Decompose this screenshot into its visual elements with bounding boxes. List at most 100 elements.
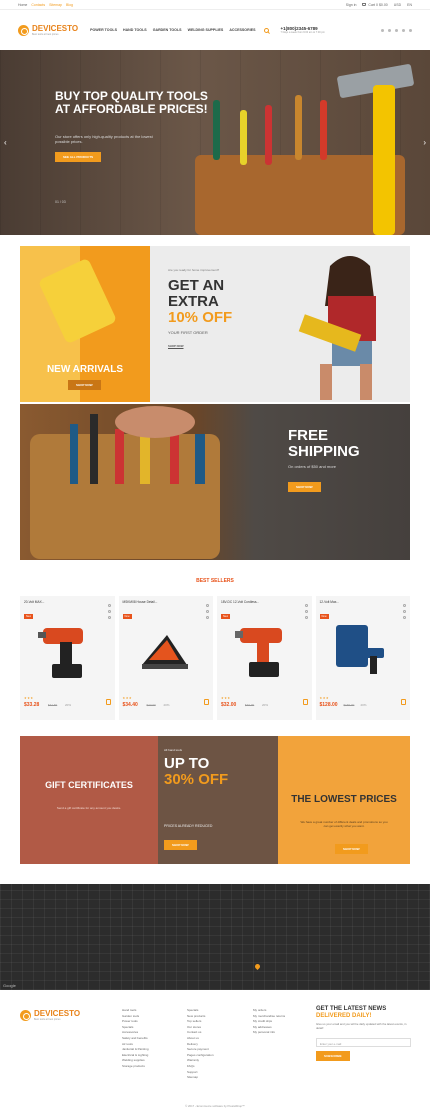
upto-line1: UP TO xyxy=(164,755,210,772)
hero-slider: ‹ › BUY TOP QUALITY TOOLS AT AFFORDABLE … xyxy=(0,50,430,235)
product-old-price: $43.00 xyxy=(146,703,156,707)
extra-caption: YOUR FIRST ORDER xyxy=(168,330,208,335)
footer-logo-icon xyxy=(20,1010,31,1021)
wishlist-icon[interactable] xyxy=(403,604,406,607)
working-hours: 7 Days a week from 9:00 am to 7:00 pm xyxy=(280,31,325,34)
product-rating: ★★★ xyxy=(122,696,133,700)
screwdriver-image-2 xyxy=(320,100,327,160)
wishlist-icon[interactable] xyxy=(107,604,111,607)
drill-image xyxy=(38,628,83,678)
free-line1: FREE xyxy=(288,427,329,444)
see-all-products-button[interactable]: SEE ALL PRODUCTS xyxy=(55,152,102,162)
product-discount: 20% xyxy=(262,703,269,707)
best-sellers-title: BEST SELLERS xyxy=(196,578,234,584)
free-shipping-banner[interactable]: FREE SHIPPING On orders of $50 and more … xyxy=(20,404,410,560)
product-price: $34.40 xyxy=(122,702,138,708)
add-to-cart-icon[interactable] xyxy=(302,699,308,705)
quick-view-icon[interactable] xyxy=(107,616,111,619)
quick-view-icon[interactable] xyxy=(206,616,209,619)
pinterest-icon[interactable] xyxy=(409,28,412,32)
footer-logo[interactable]: DEVICESTO Best tools at best prices xyxy=(20,1010,80,1021)
nav-garden-tools[interactable]: GARDEN TOOLS xyxy=(153,28,182,32)
wishlist-icon[interactable] xyxy=(304,604,308,607)
top-link-home[interactable]: Home xyxy=(18,3,27,7)
new-badge: New xyxy=(122,614,132,619)
new-arrivals-banner[interactable]: NEW ARRIVALS SHOP NOW xyxy=(20,246,150,402)
nav-hand-tools[interactable]: HAND TOOLS xyxy=(123,28,147,32)
up-to-30-banner[interactable]: All hand tools UP TO 30% OFF PRICES ALRE… xyxy=(158,736,278,864)
hero-title: BUY TOP QUALITY TOOLS AT AFFORDABLE PRIC… xyxy=(55,89,208,116)
cart-icon xyxy=(362,3,367,7)
product-name[interactable]: 12-Volt Max... xyxy=(320,600,407,604)
product-name[interactable]: 18V-DC 12-Volt Cordless... xyxy=(221,600,308,604)
product-card[interactable]: 12-Volt Max... New ★★★ $128.00 $160.00 2… xyxy=(315,596,410,720)
extra-title: GET AN EXTRA 10% OFF xyxy=(168,278,232,326)
facebook-icon[interactable] xyxy=(381,28,384,32)
footer-link[interactable]: Sitemap xyxy=(187,1075,214,1081)
subscribe-button[interactable]: SUBSCRIBE xyxy=(316,1051,350,1061)
footer-link[interactable]: Storage products xyxy=(122,1064,149,1070)
gift-certificates-banner[interactable]: GIFT CERTIFICATES Send a gift certificat… xyxy=(20,736,158,864)
youtube-icon[interactable] xyxy=(402,28,405,32)
compare-icon[interactable] xyxy=(304,610,308,613)
product-old-price: $40.00 xyxy=(245,703,255,707)
add-to-cart-icon[interactable] xyxy=(401,699,406,705)
top-link-blog[interactable]: Blog xyxy=(66,3,73,7)
newsletter-email-input[interactable]: Enter your e-mail xyxy=(316,1038,411,1047)
nav-power-tools[interactable]: POWER TOOLS xyxy=(90,28,117,32)
free-shipping-shop-button[interactable]: SHOP NOW xyxy=(288,482,321,492)
quick-view-icon[interactable] xyxy=(403,616,406,619)
pliers-image xyxy=(240,110,247,165)
new-arrivals-shop-button[interactable]: SHOP NOW xyxy=(68,380,101,390)
product-name[interactable]: 20-Volt MAX... xyxy=(24,600,111,604)
search-icon[interactable] xyxy=(263,27,269,33)
footer-link[interactable]: Janitorial & Painting xyxy=(122,1047,149,1053)
quick-view-icon[interactable] xyxy=(304,616,308,619)
nav-accessories[interactable]: ACCESSORIES xyxy=(229,28,255,32)
extra-shop-link[interactable]: SHOP NOW xyxy=(168,344,184,348)
top-link-contacts[interactable]: Contacts xyxy=(31,3,45,7)
newsletter-line2: DELIVERED DAILY! xyxy=(316,1013,372,1019)
tools-in-pouch-image xyxy=(70,406,205,484)
product-card[interactable]: MSKM08 House Detail... New ★★★ $34.40 $4… xyxy=(118,596,213,720)
top-bar: Home Contacts Sitemap Blog Sign in Cart … xyxy=(0,0,430,10)
hero-subtitle: Our store offers only high-quality produ… xyxy=(55,134,153,144)
add-to-cart-icon[interactable] xyxy=(105,699,111,705)
product-discount: 20% xyxy=(163,703,170,707)
product-card[interactable]: 18V-DC 12-Volt Cordless... New ★★★ $32.0… xyxy=(217,596,312,720)
lowest-shop-button[interactable]: SHOP NOW xyxy=(335,844,368,854)
twitter-icon[interactable] xyxy=(388,28,391,32)
logo[interactable]: DEVICESTO Best tools at best prices xyxy=(18,24,78,36)
sign-in-link[interactable]: Sign in xyxy=(346,3,357,7)
top-link-sitemap[interactable]: Sitemap xyxy=(49,3,62,7)
hero-prev-arrow[interactable]: ‹ xyxy=(4,138,7,147)
logo-icon xyxy=(18,24,29,36)
main-nav: POWER TOOLS HAND TOOLS GARDEN TOOLS WELD… xyxy=(90,28,255,32)
upto-shop-button[interactable]: SHOP NOW xyxy=(164,840,197,850)
footer-link[interactable]: My personal info xyxy=(253,1030,285,1036)
compare-icon[interactable] xyxy=(107,610,111,613)
product-actions xyxy=(403,604,406,619)
compare-icon[interactable] xyxy=(206,610,209,613)
extra-discount-banner[interactable]: Are you ready for home improvement? GET … xyxy=(150,246,410,402)
product-grid: 20-Volt MAX... New ★★★ $33.28 $41.60 20%… xyxy=(20,596,410,720)
product-card[interactable]: 20-Volt MAX... New ★★★ $33.28 $41.60 20% xyxy=(20,596,115,720)
product-discount: 20% xyxy=(360,703,367,707)
compare-icon[interactable] xyxy=(403,610,406,613)
language-select[interactable]: EN xyxy=(407,3,412,7)
new-badge: New xyxy=(221,614,231,619)
currency-select[interactable]: USD xyxy=(394,3,401,7)
store-map[interactable]: Google xyxy=(0,884,430,990)
google-plus-icon[interactable] xyxy=(395,28,398,32)
cart-count: 0 xyxy=(376,2,378,7)
product-name[interactable]: MSKM08 House Detail... xyxy=(123,600,210,604)
wishlist-icon[interactable] xyxy=(206,604,209,607)
footer-link[interactable]: Safety and benefits xyxy=(122,1036,149,1042)
lowest-prices-banner[interactable]: THE LOWEST PRICES We have a great number… xyxy=(278,736,410,864)
cart-button[interactable]: Cart 0 $0.00 xyxy=(362,2,388,7)
nav-welding-supplies[interactable]: WELDING SUPPLIES xyxy=(188,28,224,32)
cart-label: Cart xyxy=(368,2,376,7)
product-rating: ★★★ xyxy=(24,696,34,700)
add-to-cart-icon[interactable] xyxy=(204,699,209,705)
hero-next-arrow[interactable]: › xyxy=(423,138,426,147)
